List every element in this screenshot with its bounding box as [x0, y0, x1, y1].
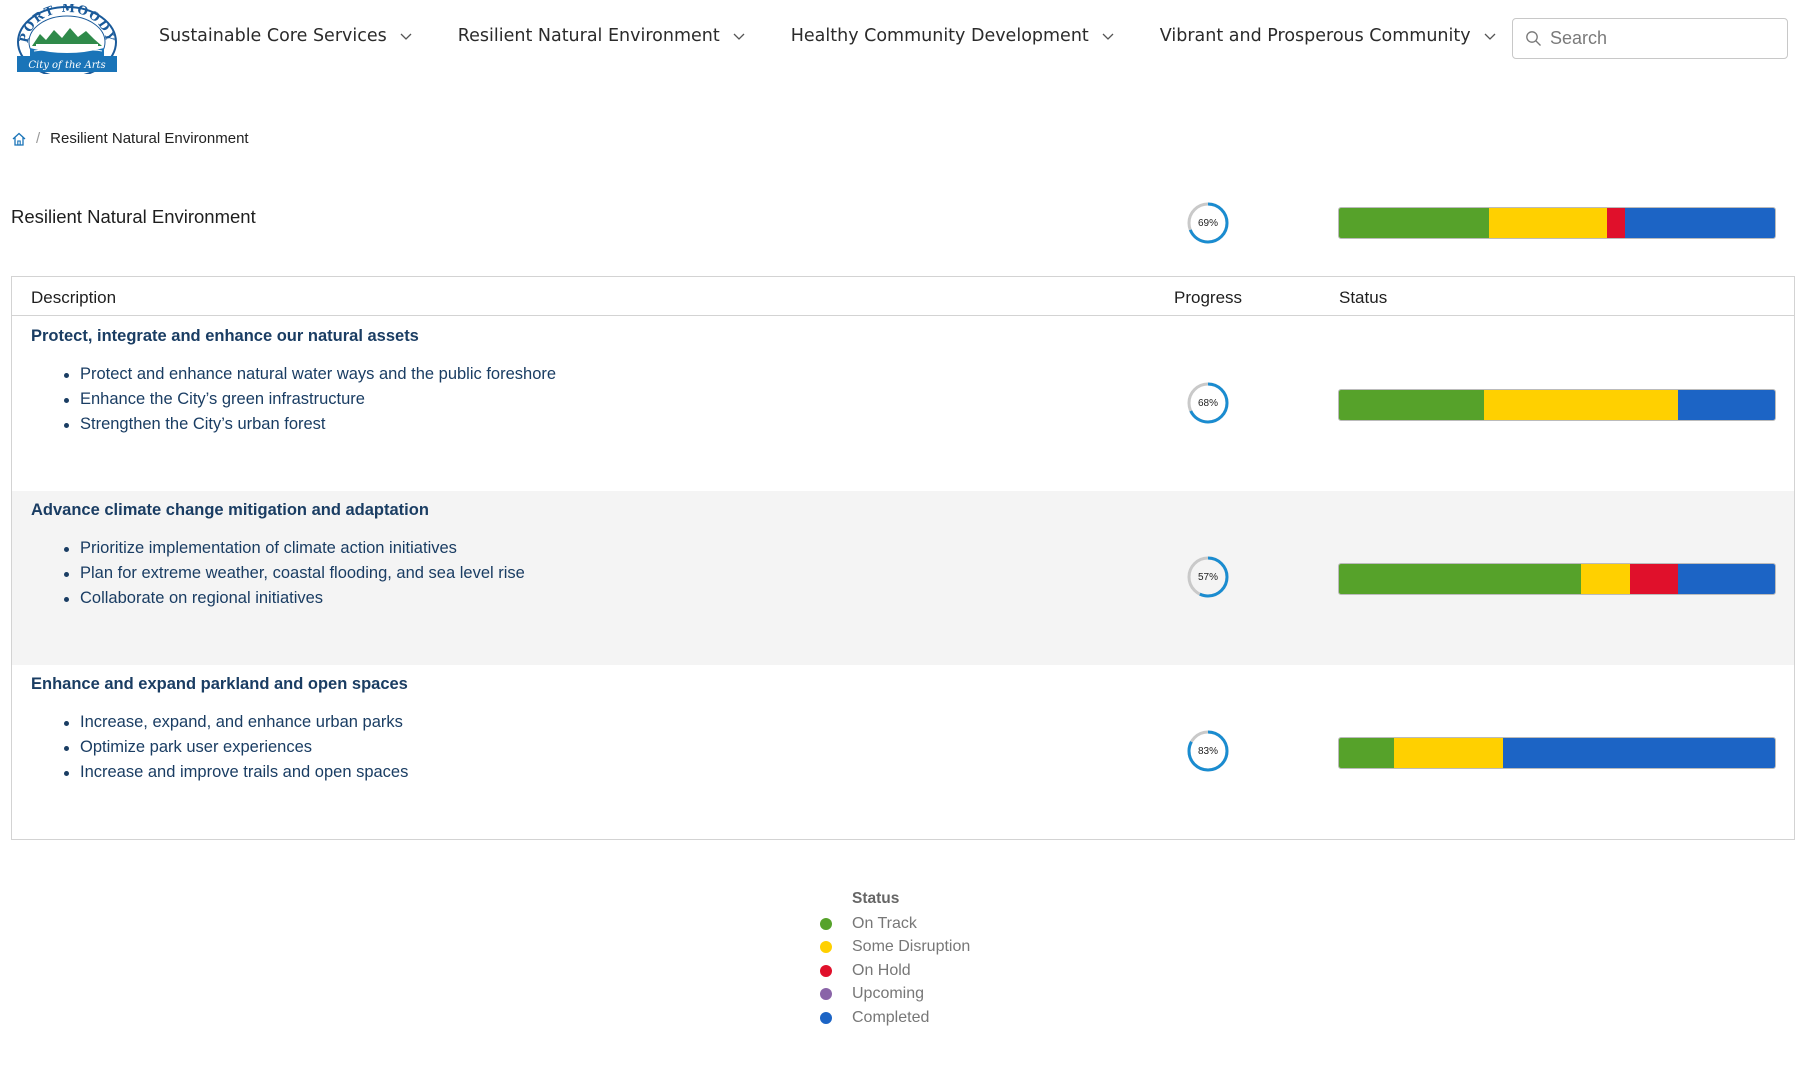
status-segment-on-hold[interactable]	[1607, 208, 1625, 238]
status-dot-icon	[820, 917, 832, 930]
list-item: Plan for extreme weather, coastal floodi…	[64, 561, 525, 586]
port-moody-logo[interactable]: PORT MOODY City of the Arts	[16, 1, 118, 78]
status-segment-on-track[interactable]	[1339, 208, 1490, 238]
legend-label: On Track	[852, 914, 917, 932]
objective-actions-list: Prioritize implementation of climate act…	[64, 536, 525, 611]
page-title: Resilient Natural Environment	[11, 206, 256, 227]
legend-item-on-track: On Track	[820, 912, 970, 936]
objectives-table: Description Progress Status Protect, int…	[11, 276, 1795, 840]
table-row: Enhance and expand parkland and open spa…	[12, 665, 1794, 839]
progress-percent: 57%	[1197, 571, 1218, 583]
legend-label: Completed	[852, 1008, 930, 1026]
nav-resilient-natural-environment[interactable]: Resilient Natural Environment	[458, 26, 746, 46]
status-dot-icon	[820, 988, 832, 1001]
breadcrumb-separator: /	[36, 130, 41, 147]
status-segment-on-track[interactable]	[1339, 738, 1394, 768]
objective-title: Protect, integrate and enhance our natur…	[31, 327, 419, 345]
status-segment-on-hold[interactable]	[1629, 564, 1679, 594]
nav-label: Healthy Community Development	[790, 26, 1089, 46]
legend-item-upcoming: Upcoming	[820, 983, 970, 1007]
nav-healthy-community-development[interactable]: Healthy Community Development	[791, 26, 1115, 46]
status-dot-icon	[820, 941, 832, 954]
list-item: Increase and improve trails and open spa…	[63, 760, 408, 785]
list-item: Optimize park user experiences	[63, 735, 408, 760]
progress-percent: 69%	[1197, 217, 1218, 229]
objective-title: Advance climate change mitigation and ad…	[31, 501, 429, 519]
chevron-down-icon	[733, 33, 745, 40]
status-dot-icon	[820, 1011, 832, 1024]
table-row: Protect, integrate and enhance our natur…	[12, 317, 1794, 491]
list-item: Increase, expand, and enhance urban park…	[63, 710, 408, 735]
row-progress-ring: 68%	[1185, 380, 1231, 426]
nav-label: Sustainable Core Services	[159, 26, 387, 46]
status-segment-completed[interactable]	[1678, 564, 1775, 594]
summary-progress-ring: 69%	[1185, 200, 1231, 246]
table-header: Description Progress Status	[12, 277, 1794, 316]
svg-text:City of the Arts: City of the Arts	[28, 60, 105, 71]
chevron-down-icon	[1484, 33, 1496, 40]
column-header-description: Description	[31, 288, 117, 307]
row-progress-ring: 83%	[1185, 728, 1231, 774]
list-item: Strengthen the City’s urban forest	[63, 412, 556, 437]
list-item: Collaborate on regional initiatives	[64, 586, 525, 611]
row-status-bar	[1338, 563, 1776, 595]
list-item: Protect and enhance natural water ways a…	[63, 362, 556, 387]
status-segment-some-disruption[interactable]	[1484, 390, 1679, 420]
home-icon[interactable]	[11, 131, 27, 147]
status-segment-on-track[interactable]	[1339, 564, 1582, 594]
status-dot-icon	[820, 964, 832, 977]
summary-status-bar	[1338, 207, 1776, 239]
legend-label: Upcoming	[852, 985, 925, 1003]
legend-label: Some Disruption	[852, 938, 971, 956]
row-progress-ring: 57%	[1185, 554, 1231, 600]
chevron-down-icon	[400, 33, 412, 40]
status-segment-completed[interactable]	[1678, 390, 1775, 420]
search-icon	[1526, 31, 1541, 46]
legend-title: Status	[852, 890, 900, 907]
list-item: Enhance the City’s green infrastructure	[63, 387, 556, 412]
legend-item-completed: Completed	[820, 1006, 970, 1030]
row-status-bar	[1338, 737, 1776, 769]
row-status-bar	[1338, 389, 1776, 421]
status-segment-completed[interactable]	[1624, 208, 1775, 238]
main-nav: Sustainable Core Services Resilient Natu…	[159, 26, 1542, 46]
status-segment-some-disruption[interactable]	[1489, 208, 1608, 238]
legend-item-on-hold: On Hold	[820, 959, 970, 983]
breadcrumb: / Resilient Natural Environment	[11, 130, 249, 147]
status-segment-completed[interactable]	[1502, 738, 1775, 768]
legend-label: On Hold	[852, 961, 911, 979]
table-row: Advance climate change mitigation and ad…	[12, 491, 1794, 665]
objective-actions-list: Increase, expand, and enhance urban park…	[63, 710, 408, 785]
column-header-status: Status	[1339, 288, 1388, 307]
site-header: PORT MOODY City of the Arts Sustainable …	[0, 0, 1800, 78]
nav-label: Resilient Natural Environment	[457, 26, 720, 46]
progress-percent: 83%	[1197, 745, 1218, 757]
objective-title: Enhance and expand parkland and open spa…	[31, 675, 408, 693]
progress-percent: 68%	[1197, 397, 1218, 409]
nav-sustainable-core-services[interactable]: Sustainable Core Services	[159, 26, 413, 46]
status-segment-on-track[interactable]	[1339, 390, 1485, 420]
column-header-progress: Progress	[1174, 288, 1243, 307]
status-segment-some-disruption[interactable]	[1393, 738, 1503, 768]
nav-label: Vibrant and Prosperous Community	[1159, 26, 1471, 46]
status-segment-some-disruption[interactable]	[1581, 564, 1630, 594]
breadcrumb-current: Resilient Natural Environment	[50, 130, 249, 147]
search-box	[1512, 18, 1788, 59]
objective-actions-list: Protect and enhance natural water ways a…	[63, 362, 556, 437]
nav-vibrant-prosperous-community[interactable]: Vibrant and Prosperous Community	[1160, 26, 1497, 46]
list-item: Prioritize implementation of climate act…	[64, 536, 525, 561]
search-input[interactable]	[1550, 28, 1780, 49]
status-legend: Status On Track Some Disruption On Hold …	[820, 890, 970, 1030]
chevron-down-icon	[1102, 33, 1114, 40]
legend-item-some-disruption: Some Disruption	[820, 936, 970, 960]
